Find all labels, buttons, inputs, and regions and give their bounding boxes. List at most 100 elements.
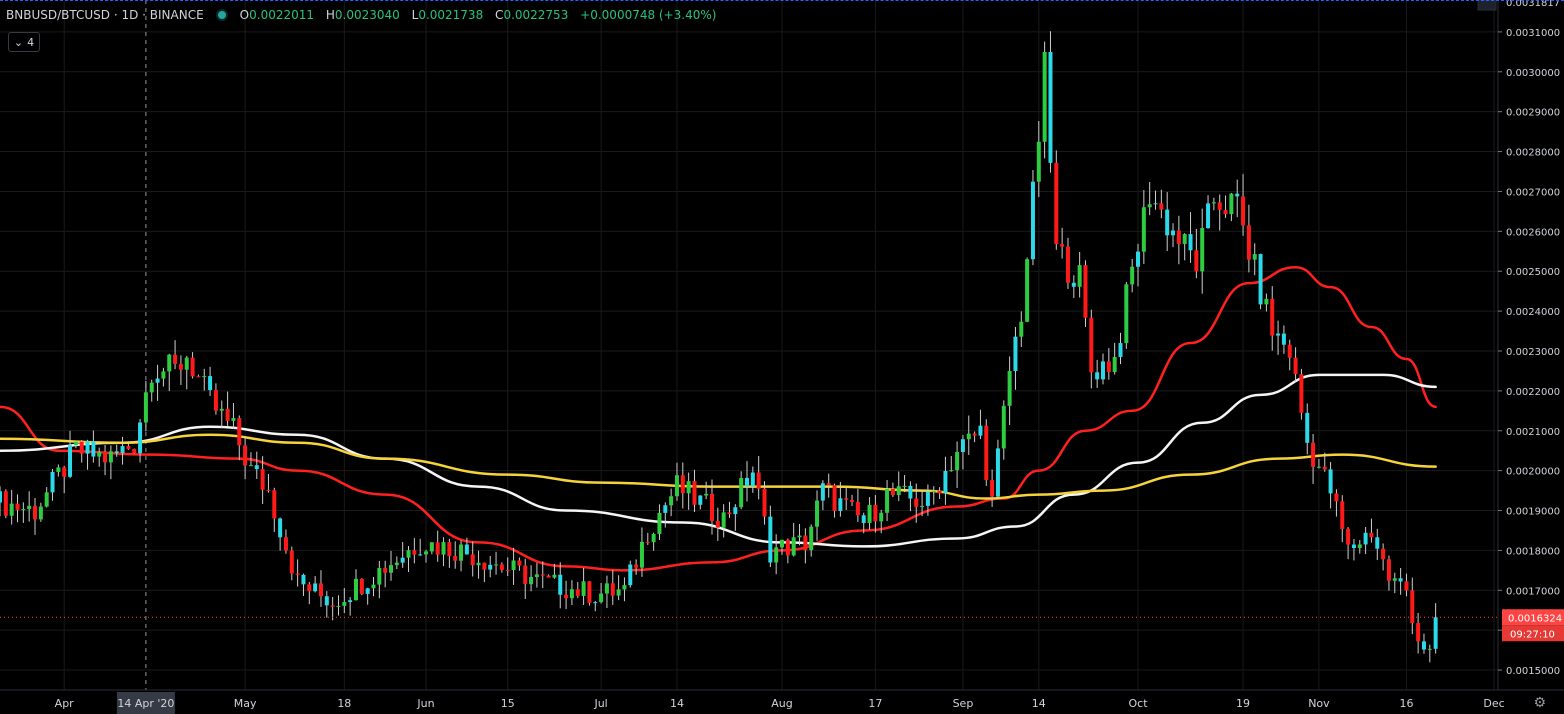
candle-body — [1048, 51, 1053, 163]
candle-body — [3, 491, 8, 516]
candle-body — [628, 564, 633, 586]
candle-body — [587, 581, 592, 603]
candle-body — [1311, 442, 1316, 467]
candle-body — [908, 485, 913, 499]
high-value: 0.0023040 — [334, 8, 400, 22]
candle-body — [161, 371, 166, 379]
grid — [0, 0, 1498, 690]
candle-body — [359, 578, 364, 594]
x-tick-label: 17 — [868, 697, 882, 710]
chevron-down-icon: ⌄ — [13, 35, 24, 49]
candle-body — [966, 433, 971, 440]
candle-body — [494, 564, 499, 566]
candle-body — [599, 593, 604, 603]
candle-body — [564, 594, 569, 599]
candle-body — [727, 512, 732, 515]
candle-body — [1019, 321, 1024, 337]
gear-icon[interactable]: ⚙ — [1533, 695, 1546, 711]
candle-body — [785, 539, 790, 556]
candle-body — [569, 589, 574, 599]
candle-body — [27, 505, 32, 510]
candle-body — [1106, 361, 1111, 373]
y-tick-label: 0.0021000 — [1506, 427, 1560, 438]
candle-body — [1141, 207, 1146, 252]
y-tick-label: 0.0017000 — [1506, 586, 1560, 597]
candle-body — [1235, 193, 1240, 197]
candle-body — [885, 488, 890, 513]
candle-body — [511, 560, 516, 571]
candles — [0, 31, 1438, 663]
candle-body — [1013, 336, 1018, 371]
candle-body — [289, 550, 294, 574]
candle-body — [978, 425, 983, 436]
candle-body — [143, 392, 148, 423]
candle-body — [15, 503, 20, 510]
candle-body — [73, 441, 78, 446]
candle-body — [184, 357, 189, 370]
candle-body — [1176, 230, 1181, 244]
candle-body — [1252, 254, 1257, 260]
candle-body — [38, 506, 43, 520]
price-chart[interactable]: 0.00150000.00160000.00170000.00180000.00… — [0, 0, 1564, 714]
candle-body — [505, 569, 510, 571]
candle-body — [1130, 266, 1135, 285]
candle-body — [943, 470, 948, 494]
candle-body — [318, 583, 323, 597]
open-label: O — [239, 8, 250, 22]
candle-body — [896, 486, 901, 496]
x-tick-label: Jun — [416, 697, 434, 710]
candle-body — [1159, 203, 1164, 210]
candle-body — [1375, 537, 1380, 549]
candle-body — [243, 445, 248, 466]
candle-body — [657, 512, 662, 534]
candle-body — [132, 449, 137, 454]
candle-body — [873, 504, 878, 522]
candle-body — [1369, 532, 1374, 538]
candle-body — [365, 588, 370, 594]
candle-body — [797, 535, 802, 538]
candle-body — [62, 467, 67, 477]
symbol-title[interactable]: BNBUSD/BTCUSD · 1D · BINANCE — [6, 8, 204, 22]
candle-body — [1200, 228, 1205, 272]
top-dashed-line — [0, 0, 1564, 2]
candle-body — [1258, 254, 1263, 305]
open-value: 0.0022011 — [249, 8, 315, 22]
candle-body — [704, 493, 709, 496]
candle-body — [820, 483, 825, 501]
candle-body — [301, 574, 306, 585]
candle-body — [855, 502, 860, 516]
y-tick-label: 0.0019000 — [1506, 507, 1560, 518]
candle-body — [780, 539, 785, 548]
candle-body — [1404, 581, 1409, 591]
candle-body — [960, 439, 965, 453]
candle-body — [931, 490, 936, 492]
candle-body — [680, 475, 685, 494]
candle-body — [634, 564, 639, 568]
high-label: H — [325, 8, 335, 22]
candle-body — [955, 452, 960, 471]
candle-body — [552, 574, 557, 578]
candle-body — [1386, 559, 1391, 581]
change-value: +0.0000748 (+3.40%) — [580, 8, 717, 22]
candle-body — [342, 602, 347, 606]
y-tick-label: 0.0022000 — [1506, 387, 1560, 398]
candle-body — [715, 520, 720, 528]
candle-body — [1392, 578, 1397, 581]
candle-body — [838, 498, 843, 511]
candle-body — [890, 488, 895, 496]
x-tick-label: 15 — [501, 697, 515, 710]
candle-body — [1241, 196, 1246, 226]
indicators-collapse-button[interactable]: ⌄ 4 — [8, 32, 40, 52]
candle-body — [400, 557, 405, 563]
candle-body — [1077, 265, 1082, 287]
x-tick-label: 14 — [1032, 697, 1046, 710]
candle-body — [1299, 374, 1304, 413]
candle-body — [155, 378, 160, 383]
candle-body — [949, 470, 954, 472]
y-tick-label: 0.0028000 — [1506, 148, 1560, 159]
candle-body — [225, 408, 230, 421]
candle-body — [826, 483, 831, 486]
candle-body — [645, 541, 650, 543]
candle-body — [394, 562, 399, 566]
candle-body — [453, 556, 458, 561]
